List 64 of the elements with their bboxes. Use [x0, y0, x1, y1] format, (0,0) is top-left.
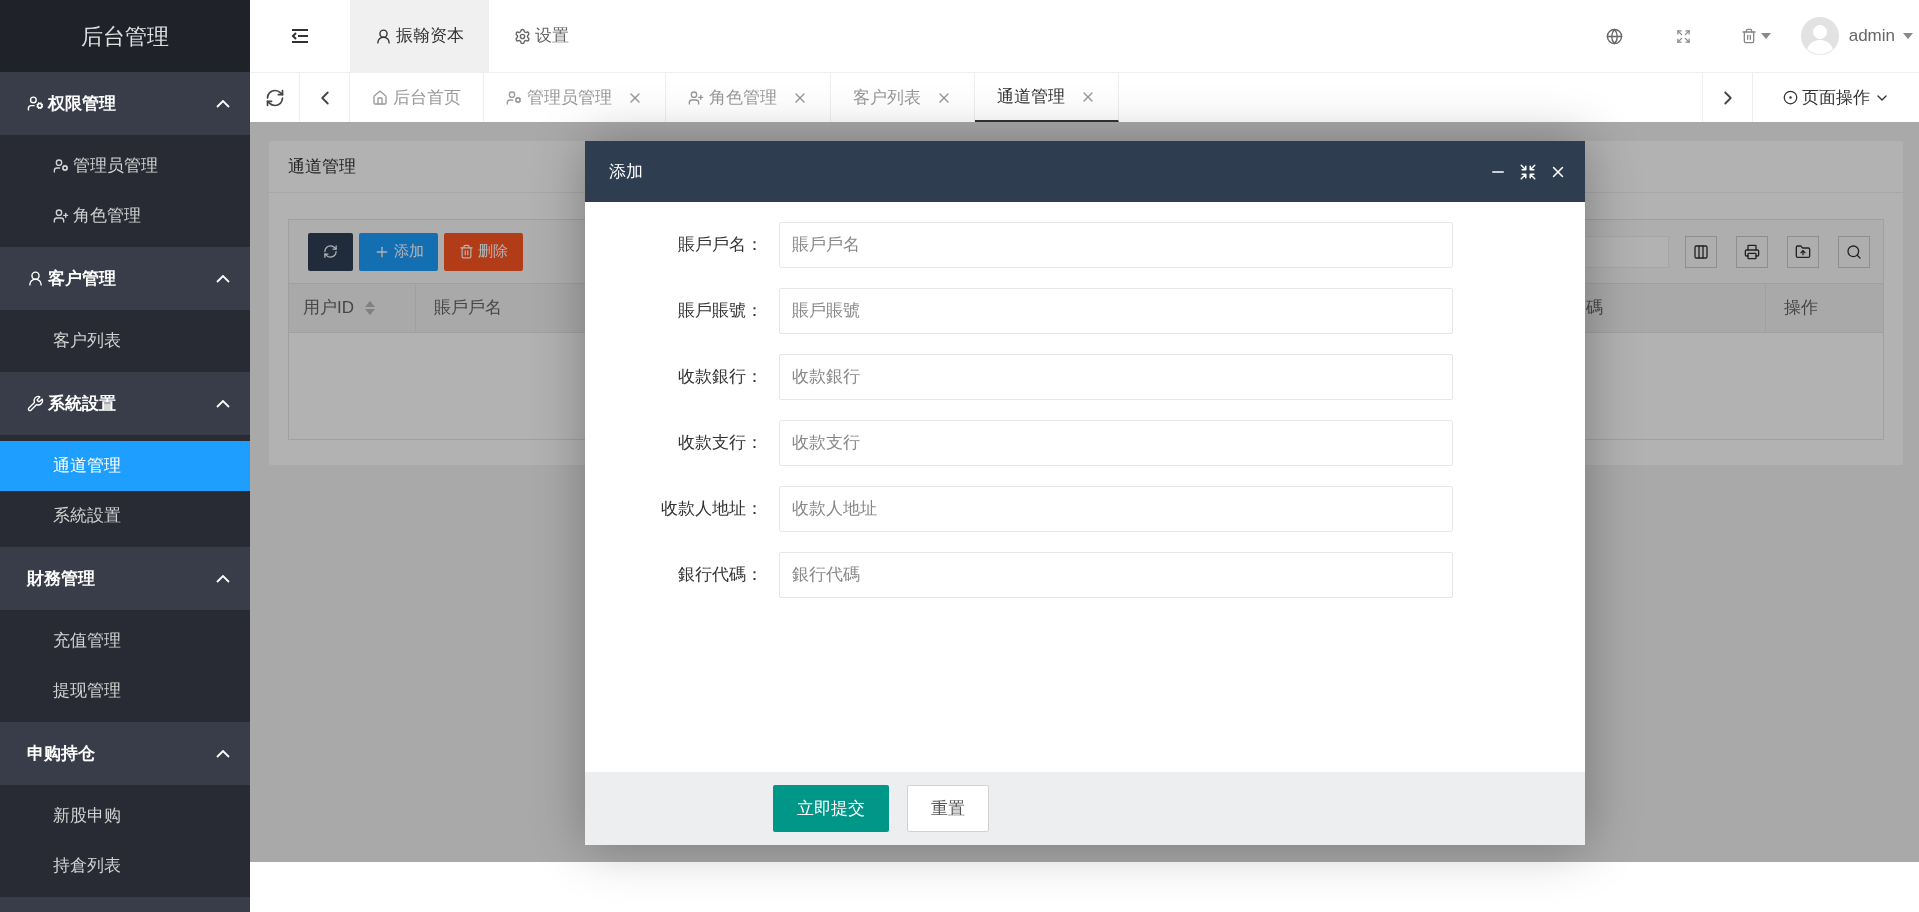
field-label: 收款人地址： — [660, 498, 764, 521]
radio-icon — [1782, 90, 1798, 105]
restore-icon[interactable] — [1519, 162, 1537, 181]
sidebar-item[interactable]: 提现管理 — [0, 666, 250, 716]
input-field[interactable]: 收款人地址 — [779, 486, 1453, 532]
field-label: 收款支行： — [677, 432, 764, 455]
user-name[interactable]: admin — [1848, 23, 1895, 49]
user-icon — [688, 89, 704, 106]
dialog-title: 添加 — [609, 160, 644, 183]
chevron-up-icon — [216, 274, 230, 283]
sidebar-item[interactable]: 新股申购 — [0, 791, 250, 841]
columns-icon — [1693, 243, 1709, 260]
trash-icon — [459, 244, 474, 259]
sidebar-item[interactable]: 管理员管理 — [0, 141, 250, 191]
field-label: 賬戶戶名： — [677, 234, 764, 257]
home-icon — [372, 89, 388, 106]
chevron-up-icon — [216, 749, 230, 758]
fullscreen-icon[interactable] — [1675, 28, 1691, 44]
chevron-up-icon — [216, 574, 230, 583]
user-icon — [506, 89, 522, 106]
chevron-up-icon — [216, 99, 230, 108]
print-button[interactable] — [1736, 235, 1768, 268]
gear-icon — [514, 27, 531, 45]
sidebar-item[interactable]: 系統設置 — [0, 491, 250, 541]
trash-menu[interactable] — [1740, 28, 1771, 44]
export-button[interactable] — [1787, 235, 1819, 268]
sidebar-item[interactable]: 充值管理 — [0, 616, 250, 666]
user-icon — [53, 158, 69, 174]
refresh-icon[interactable] — [264, 87, 285, 108]
menu-icon[interactable] — [290, 28, 310, 44]
column-header: 賬戶戶名 — [434, 297, 502, 320]
printer-icon — [1744, 243, 1760, 260]
caret-icon — [1760, 33, 1771, 39]
user-icon — [53, 208, 69, 224]
user-icon — [375, 27, 392, 45]
input-field[interactable]: 賬戶戶名 — [779, 222, 1453, 268]
input-field[interactable]: 賬戶賬號 — [779, 288, 1453, 334]
input-field[interactable]: 銀行代碼 — [779, 552, 1453, 598]
search-icon — [1846, 243, 1862, 260]
field-label: 銀行代碼： — [677, 564, 764, 587]
field-label: 賬戶賬號： — [677, 300, 764, 323]
sidebar-logo: 后台管理 — [81, 22, 169, 51]
input-field[interactable]: 收款銀行 — [779, 354, 1453, 400]
card-title: 通道管理 — [288, 155, 356, 178]
submit-button[interactable]: 立即提交 — [773, 785, 889, 832]
search-button[interactable] — [1838, 235, 1870, 268]
columns-button[interactable] — [1685, 235, 1717, 268]
caret-icon[interactable] — [1903, 33, 1913, 39]
refresh-icon — [323, 244, 338, 259]
refresh-button[interactable] — [308, 232, 353, 271]
nav-tab[interactable]: 设置 — [489, 0, 594, 72]
trash-icon — [1740, 28, 1757, 44]
nav-tab[interactable]: 振翰资本 — [350, 0, 489, 72]
column-header: 操作 — [1784, 297, 1818, 320]
chevron-up-icon — [216, 399, 230, 408]
folder-icon — [1795, 243, 1811, 260]
field-label: 收款銀行： — [677, 366, 764, 389]
column-header: 碼 — [1586, 297, 1603, 320]
input-field[interactable]: 收款支行 — [779, 420, 1453, 466]
reset-button[interactable]: 重置 — [907, 785, 989, 832]
column-header: 用户ID — [303, 297, 354, 320]
sidebar-item[interactable]: 角色管理 — [0, 191, 250, 241]
sidebar-item[interactable]: 持倉列表 — [0, 841, 250, 891]
globe-icon[interactable] — [1605, 27, 1623, 45]
